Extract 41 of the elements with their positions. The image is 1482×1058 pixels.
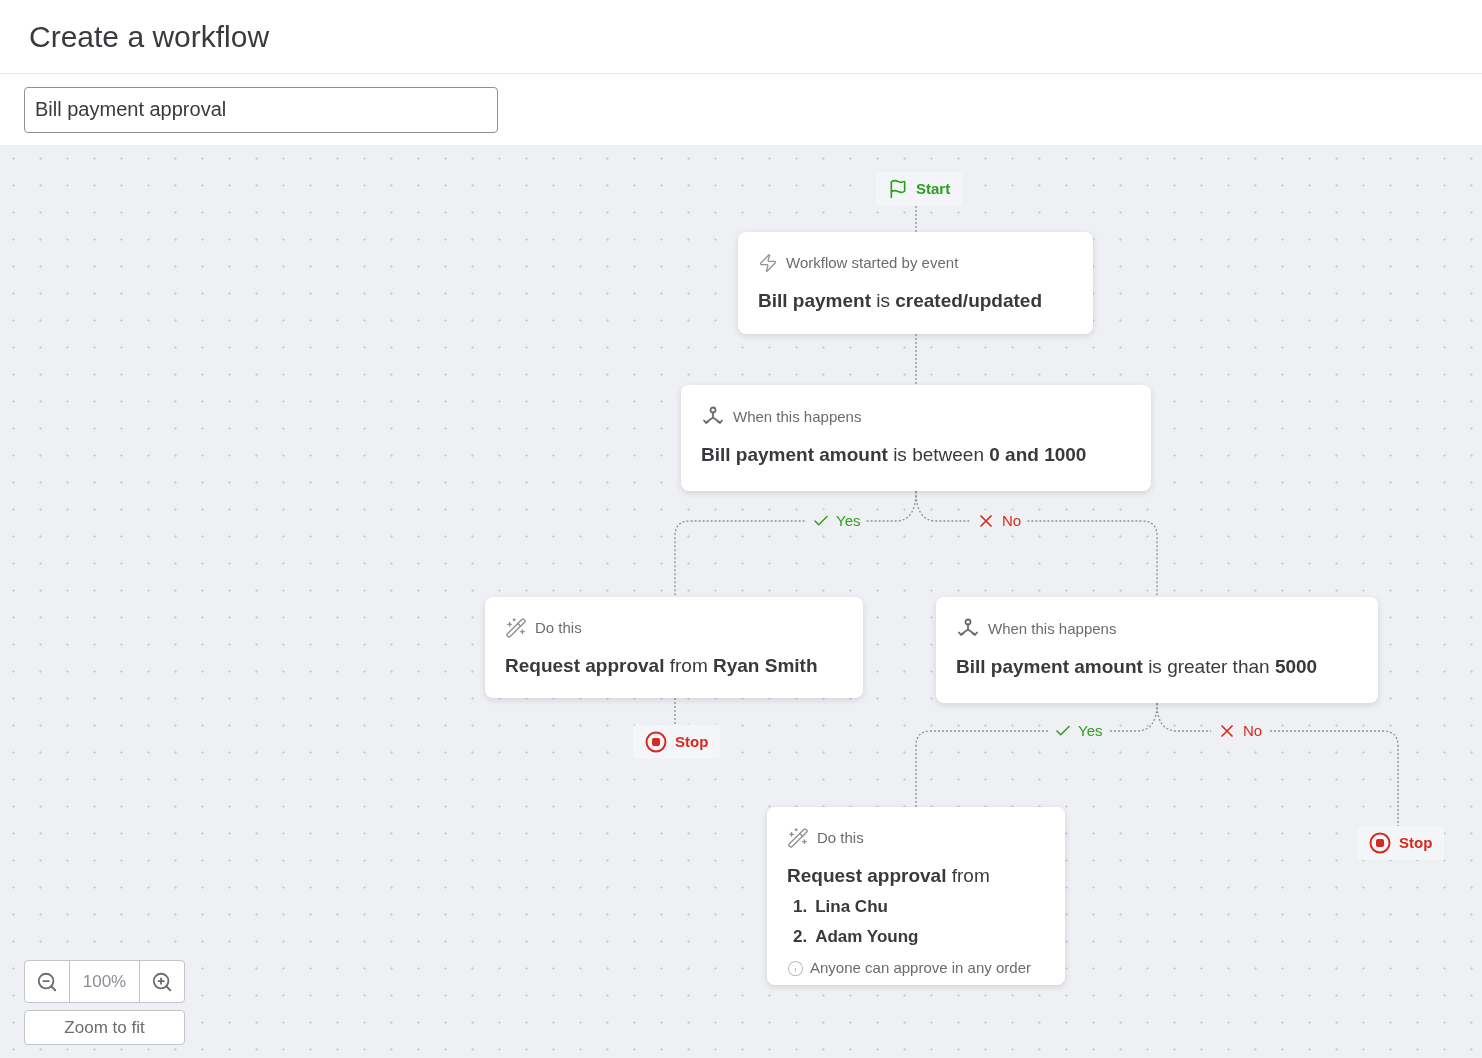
condition-card[interactable]: When this happens Bill payment amount is greater than 5000 (936, 597, 1378, 703)
list-number: 2. (793, 925, 808, 948)
card-caption: Do this (535, 618, 582, 638)
card-caption: When this happens (988, 618, 1117, 639)
card-note: Anyone can approve in any order (810, 958, 1031, 978)
approver-name: Lina Chu (815, 896, 888, 918)
zoom-in-icon (151, 970, 173, 993)
list-number: 1. (793, 896, 808, 918)
workflow-name-field[interactable]: Bill payment approval (24, 86, 498, 133)
action-card[interactable]: Do this Request approval from 1. Lina Chu 2. Adam Young Anyone can approve in any order (767, 807, 1065, 985)
trigger-card[interactable]: Workflow started by event Bill payment is created/updated (738, 232, 1093, 334)
magic-wand-icon (505, 617, 527, 640)
page-title: Create a workflow (29, 19, 270, 55)
stop-label: Stop (1399, 832, 1433, 853)
start-label: Start (916, 178, 951, 199)
card-text: Bill payment amount is greater than 5000 (956, 655, 1319, 679)
zoom-out-icon (36, 970, 58, 993)
card-text: Request approval from (787, 863, 991, 888)
flag-icon (888, 179, 908, 199)
condition-card[interactable]: When this happens Bill payment amount is between 0 and 1000 (681, 385, 1151, 491)
connector-line (674, 697, 676, 726)
connector-line (915, 333, 917, 386)
magic-wand-icon (787, 827, 809, 850)
lightning-icon (758, 253, 778, 274)
zoom-level: 100% (81, 970, 128, 993)
stop-icon (1369, 832, 1391, 854)
card-text: Bill payment amount is between 0 and 1000 (701, 443, 1088, 467)
approver-name: Adam Young (815, 925, 919, 948)
card-caption: Workflow started by event (786, 253, 959, 273)
stop-node[interactable]: Stop (633, 725, 721, 759)
info-icon (787, 959, 804, 977)
stop-icon (645, 731, 667, 753)
zoom-to-fit-button[interactable]: Zoom to fit (24, 1010, 185, 1045)
stop-node[interactable]: Stop (1357, 826, 1445, 860)
action-card[interactable]: Do this Request approval from Ryan Smith (485, 597, 863, 698)
card-text: Bill payment is created/updated (758, 288, 1044, 313)
stop-label: Stop (675, 731, 709, 752)
card-caption: When this happens (733, 406, 862, 427)
card-text: Request approval from Ryan Smith (505, 653, 819, 678)
card-caption: Do this (817, 828, 864, 848)
connector-line (915, 205, 917, 233)
